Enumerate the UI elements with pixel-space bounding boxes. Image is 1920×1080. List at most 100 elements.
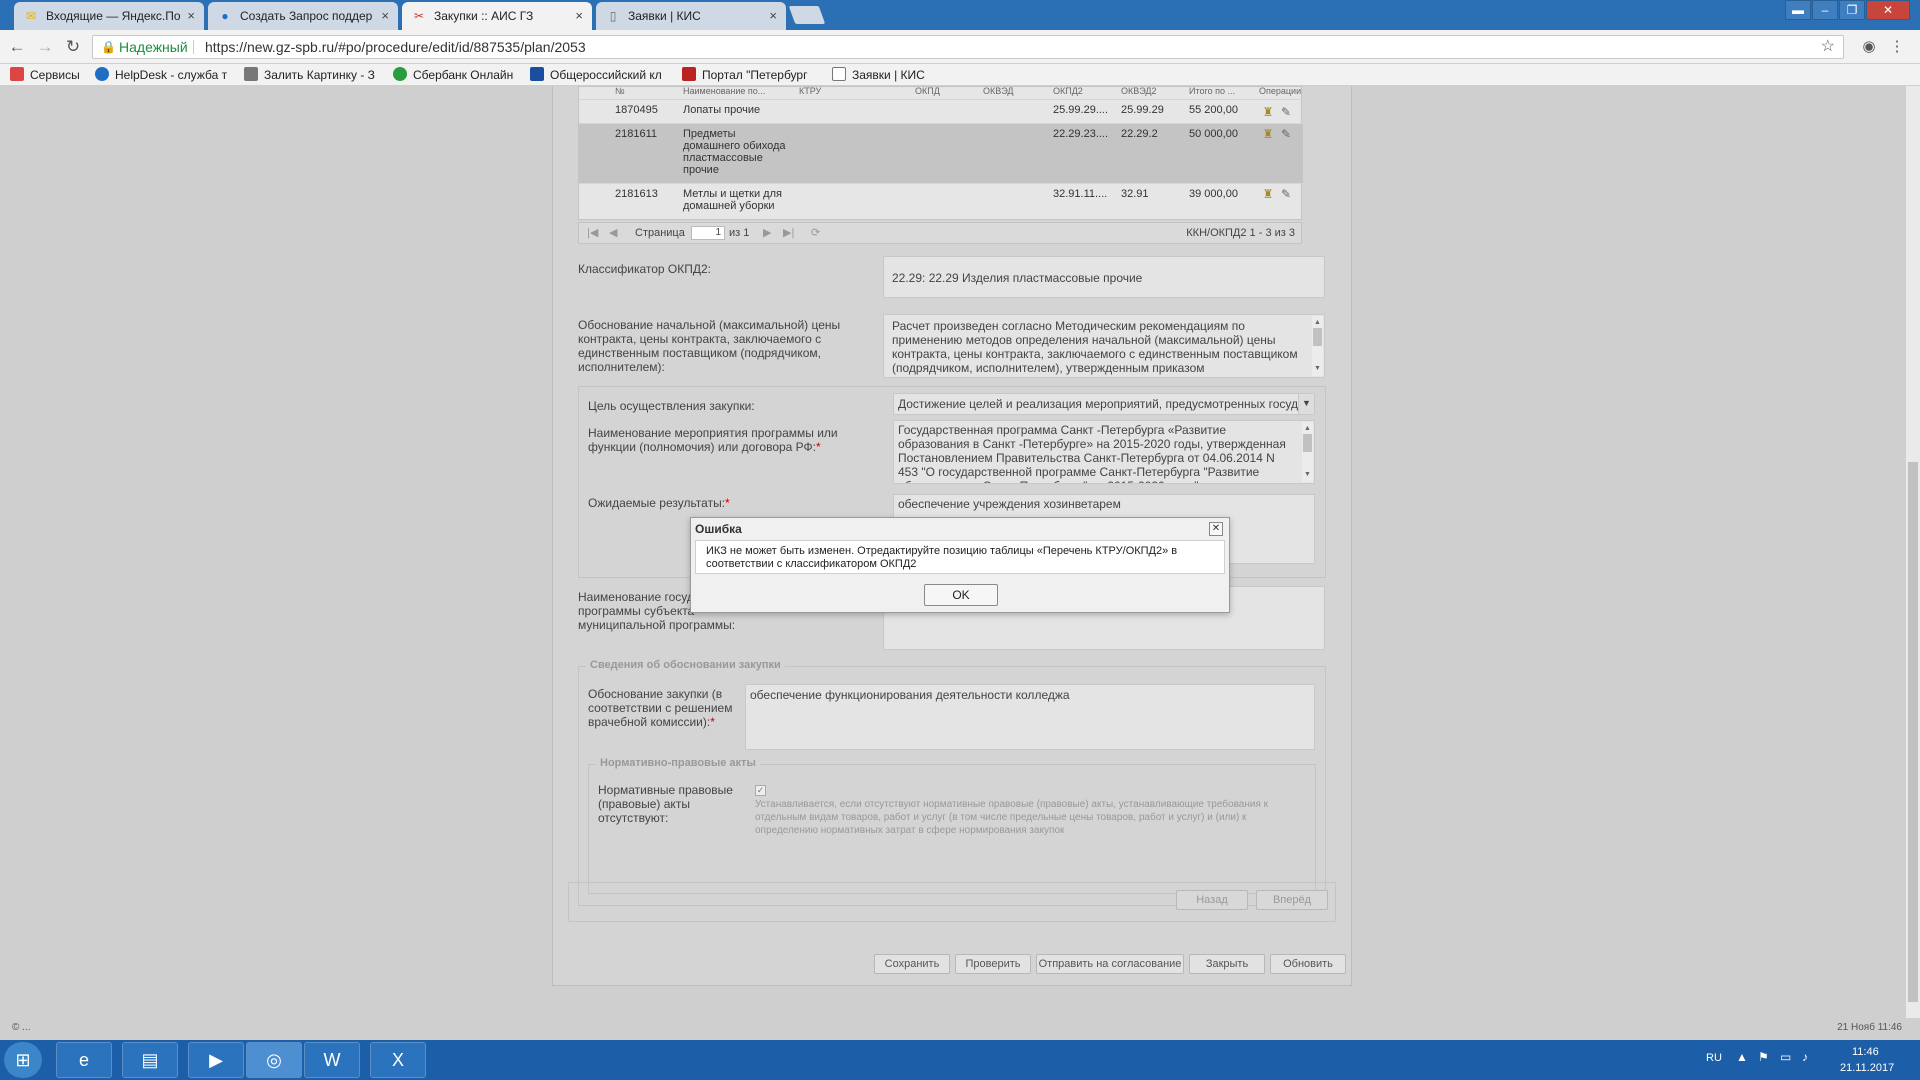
close-icon[interactable]: ×: [381, 2, 389, 30]
okpd2-label: Классификатор ОКПД2:: [578, 262, 711, 276]
row-sum: 39 000,00: [1189, 188, 1238, 200]
column-header[interactable]: Операции: [1259, 87, 1301, 96]
chrome-icon[interactable]: ◎: [246, 1042, 302, 1078]
results-label: Ожидаемые результаты:*: [588, 496, 730, 510]
row-id: 1870495: [615, 104, 658, 116]
table-row[interactable]: 2181611 Предметы домашнего обихода пласт…: [579, 123, 1303, 183]
url-input[interactable]: 🔒 Надежный https://new.gz-spb.ru/#po/pro…: [92, 35, 1844, 59]
action-center-flag-icon[interactable]: ⚑: [1758, 1050, 1769, 1064]
table-header: № Наименование по... КТРУ ОКПД ОКВЭД ОКП…: [579, 87, 1301, 97]
column-header[interactable]: ОКПД2: [1053, 87, 1083, 96]
column-header[interactable]: ОКВЭД: [983, 87, 1014, 96]
window-close-button[interactable]: ✕: [1866, 0, 1910, 20]
language-indicator[interactable]: RU: [1706, 1052, 1722, 1064]
tab-kis[interactable]: ▯ Заявки | КИС ×: [596, 2, 786, 30]
back-button[interactable]: Назад: [1176, 890, 1248, 910]
volume-muted-icon[interactable]: ♪: [1802, 1050, 1808, 1064]
reload-icon[interactable]: ↻: [62, 36, 84, 58]
page-scrollbar[interactable]: [1906, 86, 1920, 1018]
clock-date[interactable]: 21.11.2017: [1840, 1062, 1894, 1074]
edit-pencil-icon[interactable]: ✎: [1279, 127, 1293, 141]
last-page-icon[interactable]: ▶|: [783, 223, 794, 243]
clock-time[interactable]: 11:46: [1852, 1046, 1879, 1058]
close-icon[interactable]: ×: [187, 2, 195, 30]
tab-helpdesk[interactable]: ● Создать Запрос поддер ×: [208, 2, 398, 30]
bookmark-apps[interactable]: Сервисы: [10, 64, 80, 86]
column-header[interactable]: Наименование по...: [683, 87, 765, 96]
bookmark-label: Портал "Петербург: [702, 68, 808, 82]
tray-expand-icon[interactable]: ▲: [1736, 1050, 1748, 1064]
windows-start-icon[interactable]: ⊞: [4, 1042, 42, 1078]
delete-icon[interactable]: ♜: [1261, 127, 1275, 141]
new-tab-button[interactable]: [788, 6, 826, 24]
page-number-input[interactable]: 1: [691, 226, 725, 240]
send-for-approval-button[interactable]: Отправить на согласование: [1036, 954, 1184, 974]
bookmark-sberbank[interactable]: Сбербанк Онлайн: [393, 64, 513, 86]
bookmark-upload-image[interactable]: Залить Картинку - З: [244, 64, 384, 86]
delete-icon[interactable]: ♜: [1261, 187, 1275, 201]
table-row[interactable]: 2181613 Метлы и щетки для домашней уборк…: [579, 183, 1303, 219]
bookmark-star-icon[interactable]: ☆: [1821, 36, 1835, 58]
textarea-scrollbar[interactable]: ▲ ▼: [1312, 316, 1323, 376]
first-page-icon[interactable]: |◀: [587, 223, 598, 243]
page-label: Страница: [635, 227, 685, 239]
bookmark-helpdesk[interactable]: HelpDesk - служба т: [95, 64, 230, 86]
reason-textarea[interactable]: обеспечение функционирования деятельност…: [745, 684, 1315, 750]
refresh-button[interactable]: Обновить: [1270, 954, 1346, 974]
column-header[interactable]: ОКВЭД2: [1121, 87, 1157, 96]
textarea-scrollbar[interactable]: ▲ ▼: [1302, 422, 1313, 482]
row-okpd2: 32.91.11....: [1053, 188, 1108, 200]
close-icon[interactable]: ×: [769, 2, 777, 30]
okpd2-field[interactable]: 22.29: 22.29 Изделия пластмассовые прочи…: [883, 256, 1325, 298]
internet-explorer-icon[interactable]: e: [56, 1042, 112, 1078]
close-icon[interactable]: ×: [575, 2, 583, 30]
close-icon[interactable]: ✕: [1209, 522, 1223, 536]
goal-select[interactable]: Достижение целей и реализация мероприяти…: [893, 393, 1315, 415]
program-label-line: программы субъекта: [578, 604, 695, 618]
close-button[interactable]: Закрыть: [1189, 954, 1265, 974]
classifier-icon: [530, 67, 544, 81]
user-icon[interactable]: ▬: [1785, 0, 1811, 20]
refresh-icon[interactable]: ⟳: [811, 223, 820, 243]
file-explorer-icon[interactable]: ▤: [122, 1042, 178, 1078]
delete-icon[interactable]: ♜: [1261, 105, 1275, 119]
excel-icon[interactable]: X: [370, 1042, 426, 1078]
nmck-textarea[interactable]: Расчет произведен согласно Методическим …: [883, 314, 1325, 378]
gz-icon: ✂: [413, 9, 425, 23]
extension-icon[interactable]: ◉: [1858, 36, 1880, 58]
network-icon[interactable]: ▭: [1780, 1050, 1791, 1064]
url-text: https://new.gz-spb.ru/#po/procedure/edit…: [205, 39, 586, 55]
column-header[interactable]: ОКПД: [915, 87, 940, 96]
edit-pencil-icon[interactable]: ✎: [1279, 105, 1293, 119]
npa-absent-checkbox[interactable]: ✓: [755, 785, 766, 796]
scrollbar-thumb[interactable]: [1908, 462, 1918, 1002]
column-header[interactable]: КТРУ: [799, 87, 821, 96]
prev-page-icon[interactable]: ◀: [609, 223, 617, 243]
nmck-label: Обоснование начальной (максимальной) цен…: [578, 318, 841, 374]
minimize-button[interactable]: –: [1812, 0, 1838, 20]
bookmark-portal-petersburg[interactable]: Портал "Петербург: [682, 64, 817, 86]
row-okved2: 22.29.2: [1121, 128, 1158, 140]
bookmark-kis[interactable]: Заявки | КИС: [832, 64, 925, 86]
forward-button[interactable]: Вперёд: [1256, 890, 1328, 910]
tab-yandex-mail[interactable]: ✉ Входящие — Яндекс.По ×: [14, 2, 204, 30]
column-header[interactable]: №: [615, 87, 625, 96]
ok-button[interactable]: OK: [924, 584, 998, 606]
menu-icon[interactable]: ⋮: [1886, 36, 1908, 58]
next-page-icon[interactable]: ▶: [763, 223, 771, 243]
event-text: Государственная программа Санкт -Петербу…: [898, 423, 1286, 483]
bookmark-classifier[interactable]: Общероссийский кл: [530, 64, 670, 86]
tab-gz[interactable]: ✂ Закупки :: АИС ГЗ ×: [402, 2, 592, 30]
table-row[interactable]: 1870495 Лопаты прочие 25.99.29.... 25.99…: [579, 99, 1303, 123]
word-icon[interactable]: W: [304, 1042, 360, 1078]
forward-arrow-icon[interactable]: →: [34, 36, 56, 58]
back-arrow-icon[interactable]: ←: [6, 36, 28, 58]
check-button[interactable]: Проверить: [955, 954, 1031, 974]
event-textarea[interactable]: Государственная программа Санкт -Петербу…: [893, 420, 1315, 484]
media-player-icon[interactable]: ▶: [188, 1042, 244, 1078]
column-header[interactable]: Итого по ...: [1189, 87, 1235, 96]
edit-pencil-icon[interactable]: ✎: [1279, 187, 1293, 201]
bookmark-label: HelpDesk - служба т: [115, 68, 228, 82]
restore-button[interactable]: ❐: [1839, 0, 1865, 20]
save-button[interactable]: Сохранить: [874, 954, 950, 974]
